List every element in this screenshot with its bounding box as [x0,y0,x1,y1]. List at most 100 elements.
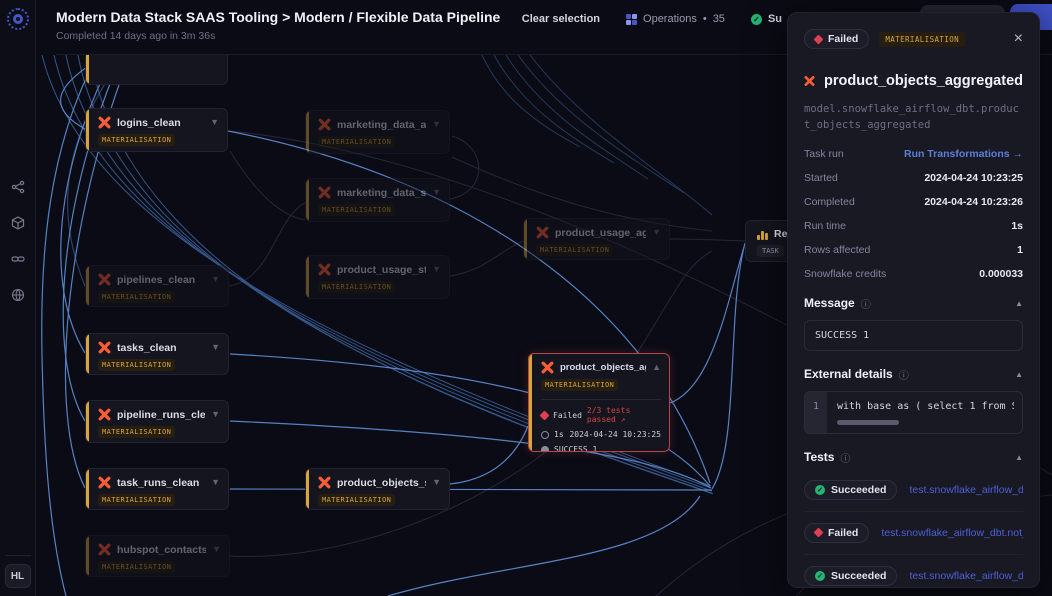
graph-node-marketing-data-aggregated[interactable]: marketing_data_aggregated ▼ MATERIALISAT… [305,110,450,154]
sql-code-line: with base as ( select 1 from SNOWFLAKE [837,401,1014,412]
collapse-icon[interactable]: ▲ [1015,299,1023,308]
dbt-icon [98,476,111,489]
collapse-icon[interactable]: ▲ [1015,453,1023,462]
graph-node-product-objects-aggregated[interactable]: product_objects_aggregated ▲ MATERIALISA… [528,353,670,452]
check-circle-icon: ✓ [751,14,762,25]
node-label: pipelines_clean [117,274,195,286]
chevron-down-icon[interactable]: ▼ [211,275,220,284]
page-title: Modern Data Stack SAAS Tooling > Modern … [56,9,500,25]
node-status-text: Failed [553,411,582,420]
materialisation-badge: MATERIALISATION [98,561,175,573]
orchestra-logo-icon[interactable] [7,8,29,30]
globe-icon[interactable] [11,288,25,302]
graph-node-clipped[interactable] [85,55,228,85]
horizontal-scrollbar[interactable] [837,420,899,425]
dbt-icon [98,273,111,286]
test-link[interactable]: test.snowflake_airflow_dbt.unique_pro [909,484,1023,496]
graph-node-logins-clean[interactable]: logins_clean ▼ MATERIALISATION [85,108,228,152]
node-label: tasks_clean [117,342,177,354]
tests-summary-link[interactable]: 2/3 tests passed ↗ [587,406,661,424]
sidebar-divider [5,555,31,556]
task-details-panel: Failed MATERIALISATION × product_objects… [787,12,1040,588]
dbt-icon [98,543,111,556]
clear-selection-button[interactable]: Clear selection [522,13,600,25]
failed-diamond-icon [814,528,824,538]
materialisation-badge: MATERIALISATION [318,136,395,148]
node-runtime: 1s [554,430,564,439]
chevron-down-icon[interactable]: ▼ [432,188,441,197]
graph-node-product-usage-aggregated[interactable]: product_usage_aggregated ▼ MATERIALISATI… [523,218,670,260]
graph-node-pipeline-runs-clean[interactable]: pipeline_runs_clean ▼ MATERIALISATION [85,400,229,443]
check-circle-icon: ✓ [815,485,825,495]
graph-node-tasks-clean[interactable]: tasks_clean ▼ MATERIALISATION [85,333,229,375]
dbt-icon [541,361,554,374]
external-details-section-title: External details [804,367,893,381]
link-icon[interactable] [11,252,25,266]
operations-counter[interactable]: Operations • 35 [626,13,725,25]
detail-value: 2024-04-24 10:23:25 [924,172,1023,184]
detail-label: Started [804,172,838,184]
graph-node-hubspot-contacts-clean[interactable]: hubspot_contacts_clean ▼ MATERIALISATION [85,535,230,577]
test-link[interactable]: test.snowflake_airflow_dbt.not_null_pr [909,570,1023,582]
tests-section-title: Tests [804,450,834,464]
dbt-icon [318,263,331,276]
materialisation-badge: MATERIALISATION [98,359,175,371]
node-label: pipeline_runs_clean [117,409,205,421]
chevron-down-icon[interactable]: ▼ [432,265,441,274]
test-row: ✓Succeeded test.snowflake_airflow_dbt.no… [804,555,1023,588]
gear-icon [541,446,549,453]
materialisation-badge: MATERIALISATION [541,379,618,391]
info-icon[interactable]: ⓘ [840,450,850,465]
task-run-link[interactable]: Run Transformations → [904,148,1023,160]
message-section-title: Message [804,296,855,310]
graph-node-product-objects-staging[interactable]: product_objects_staging ▼ MATERIALISATIO… [305,468,450,510]
graph-node-pipelines-clean[interactable]: pipelines_clean ▼ MATERIALISATION [85,265,229,307]
detail-label: Task run [804,148,844,160]
test-status-badge: ✓Succeeded [804,566,897,586]
graph-node-task-runs-clean[interactable]: task_runs_clean ▼ MATERIALISATION [85,468,229,510]
info-icon[interactable]: ⓘ [899,367,909,382]
close-icon[interactable]: × [1014,31,1023,47]
succeeded-counter[interactable]: ✓ Su [751,13,782,25]
chevron-down-icon[interactable]: ▼ [211,410,220,419]
failed-diamond-icon [814,34,824,44]
node-label: logins_clean [117,117,181,129]
detail-label: Snowflake credits [804,268,886,280]
task-badge: TASK [757,245,784,257]
materialisation-badge: MATERIALISATION [879,32,965,47]
sql-code-block[interactable]: 1 with base as ( select 1 from SNOWFLAKE [804,391,1023,434]
user-avatar[interactable]: HL [5,564,31,588]
node-label: product_objects_aggregated [560,362,646,373]
operations-grid-icon [626,14,637,25]
graph-node-product-usage-staging[interactable]: product_usage_staging ▼ MATERIALISATION [305,255,450,299]
chevron-down-icon[interactable]: ▼ [212,545,221,554]
chevron-down-icon[interactable]: ▼ [432,478,441,487]
clock-icon [541,431,549,439]
node-label: product_objects_staging [337,477,426,489]
node-label: product_usage_staging [337,264,426,276]
dbt-icon [98,341,111,354]
pipeline-graph-icon[interactable] [11,180,25,194]
detail-value: 1s [1011,220,1023,232]
chevron-up-icon[interactable]: ▲ [652,363,661,372]
chevron-down-icon[interactable]: ▼ [211,343,220,352]
chevron-down-icon[interactable]: ▼ [432,120,441,129]
chevron-down-icon[interactable]: ▼ [211,478,220,487]
dbt-icon [804,69,815,93]
bar-chart-icon [757,229,768,240]
collapse-icon[interactable]: ▲ [1015,370,1023,379]
materialisation-badge: MATERIALISATION [98,134,175,146]
detail-value: 0.000033 [979,268,1023,280]
detail-rows: Task run Run Transformations → Started 202… [804,148,1023,280]
chevron-down-icon[interactable]: ▼ [210,118,219,127]
model-identifier: model.snowflake_airflow_dbt.product_obje… [804,101,1023,134]
test-link[interactable]: test.snowflake_airflow_dbt.not_null_pr [881,527,1023,539]
cube-icon[interactable] [11,216,25,230]
dbt-icon [318,186,331,199]
node-label: hubspot_contacts_clean [117,544,206,556]
graph-node-marketing-data-staging[interactable]: marketing_data_staging ▼ MATERIALISATION [305,178,450,222]
detail-label: Rows affected [804,244,870,256]
info-icon[interactable]: ⓘ [861,296,871,311]
succeeded-label: Su [768,13,782,25]
chevron-down-icon[interactable]: ▼ [652,228,661,237]
